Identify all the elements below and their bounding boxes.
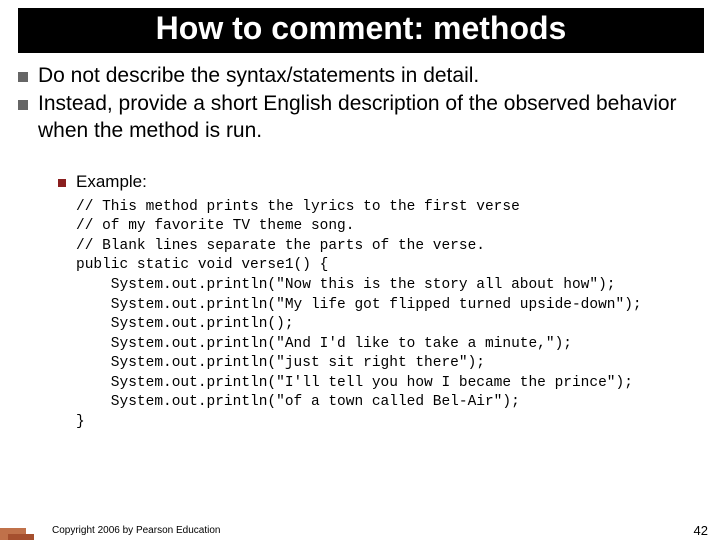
square-bullet-icon bbox=[18, 72, 28, 82]
page-number: 42 bbox=[694, 523, 708, 538]
square-bullet-icon bbox=[58, 179, 66, 187]
example-label: Example: bbox=[76, 172, 147, 192]
copyright-text: Copyright 2006 by Pearson Education bbox=[52, 525, 220, 536]
square-bullet-icon bbox=[18, 100, 28, 110]
code-block: // This method prints the lyrics to the … bbox=[76, 198, 702, 433]
example-section: Example: bbox=[58, 172, 702, 192]
slide-title: How to comment: methods bbox=[18, 10, 704, 47]
content-area: Do not describe the syntax/statements in… bbox=[0, 53, 720, 433]
title-bar: How to comment: methods bbox=[18, 8, 704, 53]
footer-decoration-icon bbox=[0, 518, 40, 540]
main-bullet-list: Do not describe the syntax/statements in… bbox=[18, 63, 702, 144]
list-item: Instead, provide a short English descrip… bbox=[18, 91, 702, 144]
bullet-text: Instead, provide a short English descrip… bbox=[38, 91, 702, 144]
sub-list-item: Example: bbox=[58, 172, 702, 192]
bullet-text: Do not describe the syntax/statements in… bbox=[38, 63, 479, 89]
list-item: Do not describe the syntax/statements in… bbox=[18, 63, 702, 89]
